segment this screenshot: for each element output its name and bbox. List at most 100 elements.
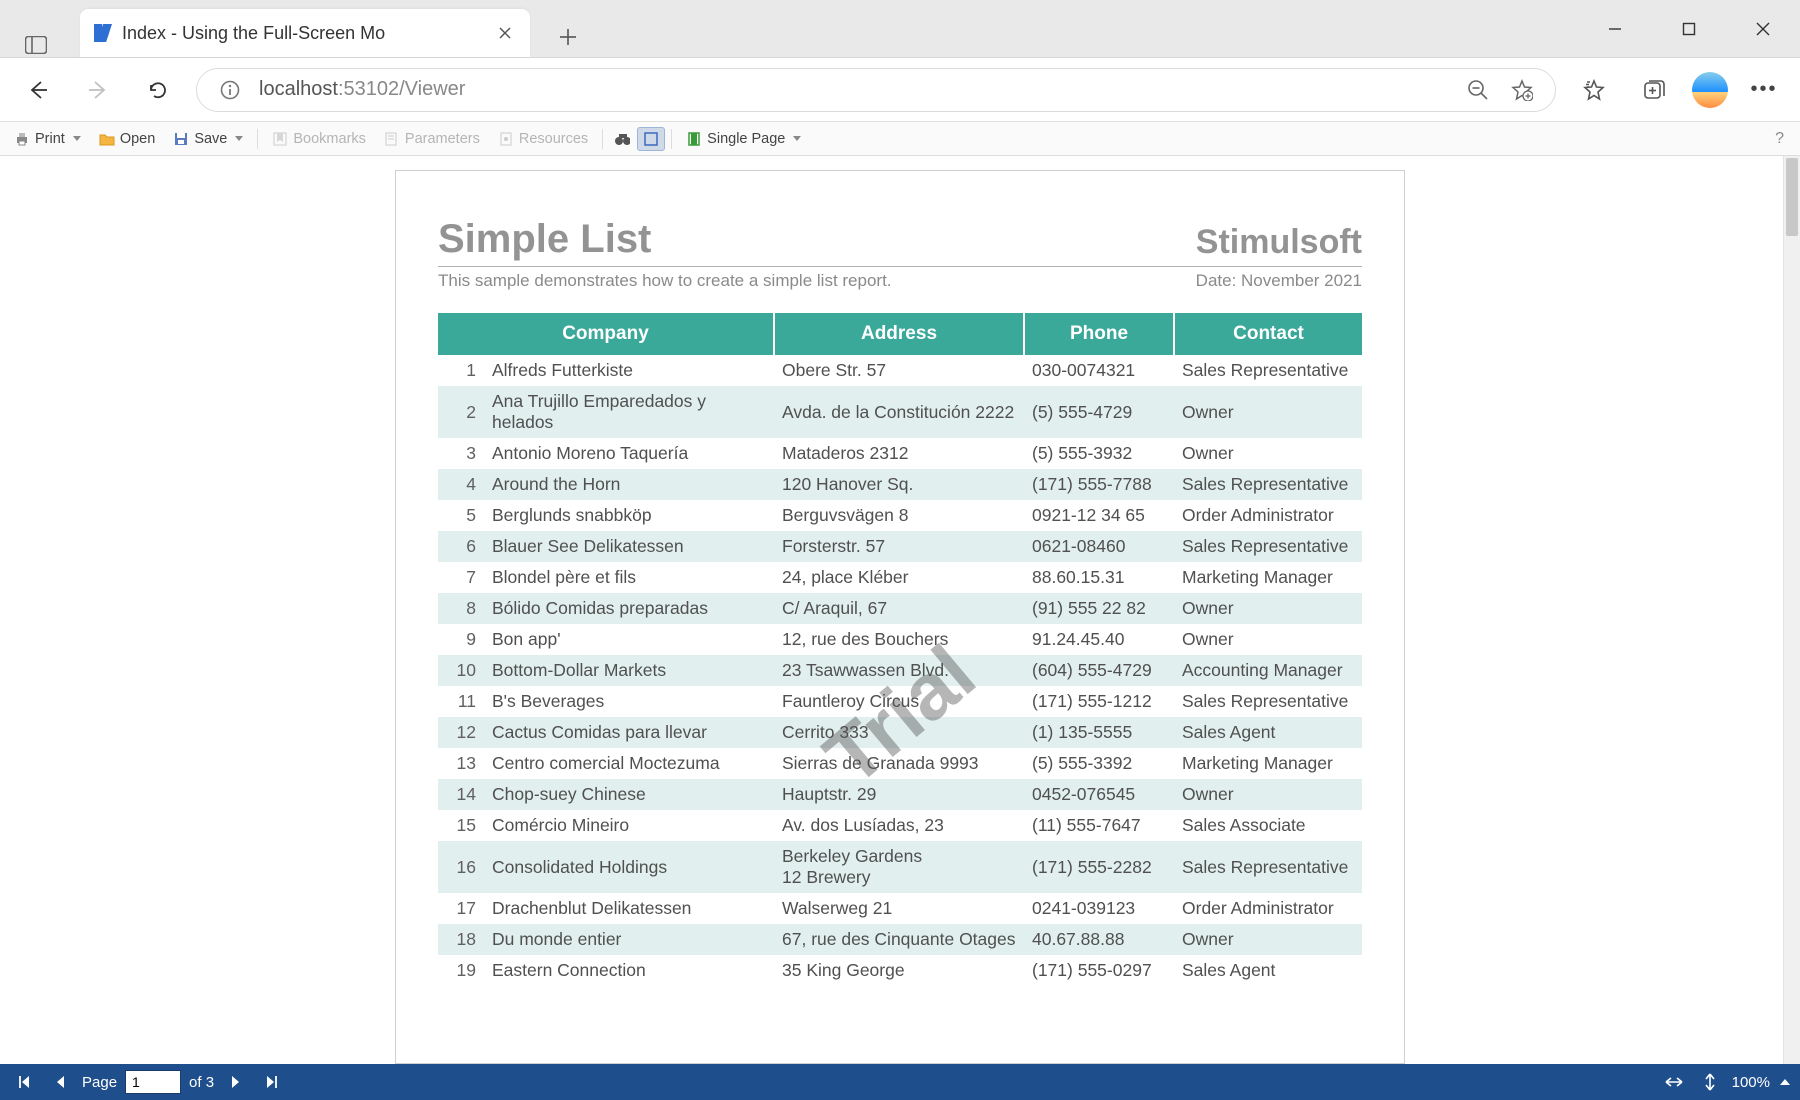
row-num: 1	[438, 355, 484, 386]
row-address: Mataderos 2312	[774, 438, 1024, 469]
col-header-phone: Phone	[1024, 313, 1174, 355]
find-button[interactable]	[609, 128, 635, 150]
row-address: 120 Hanover Sq.	[774, 469, 1024, 500]
collections-icon[interactable]	[1632, 68, 1676, 112]
row-address: 23 Tsawwassen Blvd.	[774, 655, 1024, 686]
row-company: Du monde entier	[484, 924, 774, 955]
row-phone: 0452-076545	[1024, 779, 1174, 810]
row-address: Hauptstr. 29	[774, 779, 1024, 810]
minimize-button[interactable]	[1578, 0, 1652, 57]
row-phone: (5) 555-3932	[1024, 438, 1174, 469]
zoom-control[interactable]: 100%	[1732, 1074, 1790, 1091]
page-input[interactable]	[125, 1070, 181, 1094]
table-row: 18Du monde entier67, rue des Cinquante O…	[438, 924, 1362, 955]
row-phone: (171) 555-2282	[1024, 841, 1174, 893]
row-contact: Sales Agent	[1174, 717, 1362, 748]
save-button[interactable]: Save	[165, 128, 251, 150]
bookmarks-button: Bookmarks	[264, 128, 374, 150]
row-contact: Sales Agent	[1174, 955, 1362, 986]
back-button[interactable]	[16, 68, 60, 112]
row-address: 35 King George	[774, 955, 1024, 986]
row-company: Comércio Mineiro	[484, 810, 774, 841]
row-num: 11	[438, 686, 484, 717]
table-row: 10Bottom-Dollar Markets23 Tsawwassen Blv…	[438, 655, 1362, 686]
parameters-icon	[384, 131, 400, 147]
row-company: Drachenblut Delikatessen	[484, 893, 774, 924]
page-mode-label: Single Page	[707, 131, 785, 147]
forward-button[interactable]	[76, 68, 120, 112]
profile-avatar[interactable]	[1692, 72, 1728, 108]
favorites-icon[interactable]	[1572, 68, 1616, 112]
printer-icon	[14, 131, 30, 147]
row-address: Avda. de la Constitución 2222	[774, 386, 1024, 438]
scroll-thumb[interactable]	[1786, 158, 1798, 236]
row-phone: (1) 135-5555	[1024, 717, 1174, 748]
browser-tab[interactable]: Index - Using the Full-Screen Mo	[80, 9, 530, 57]
row-address: Walserweg 21	[774, 893, 1024, 924]
fullscreen-icon	[643, 131, 659, 147]
prev-page-button[interactable]	[46, 1068, 74, 1096]
close-window-button[interactable]	[1726, 0, 1800, 57]
url-box[interactable]: localhost:53102/Viewer	[196, 68, 1556, 112]
separator	[257, 129, 258, 149]
page-mode-button[interactable]: Single Page	[678, 128, 809, 150]
table-row: 11B's BeveragesFauntleroy Circus(171) 55…	[438, 686, 1362, 717]
url-text: localhost:53102/Viewer	[259, 78, 1449, 101]
help-button[interactable]: ?	[1765, 127, 1794, 151]
caret-icon	[73, 136, 81, 141]
new-tab-button[interactable]	[548, 17, 588, 57]
more-menu-button[interactable]: •••	[1744, 70, 1784, 110]
row-contact: Sales Representative	[1174, 469, 1362, 500]
vertical-scrollbar[interactable]	[1783, 156, 1800, 1064]
row-phone: (604) 555-4729	[1024, 655, 1174, 686]
report-date: Date: November 2021	[1196, 271, 1362, 291]
table-row: 1Alfreds FutterkisteObere Str. 57030-007…	[438, 355, 1362, 386]
row-address: Forsterstr. 57	[774, 531, 1024, 562]
row-phone: 0241-039123	[1024, 893, 1174, 924]
open-button[interactable]: Open	[91, 128, 163, 150]
zoom-out-icon[interactable]	[1463, 75, 1493, 105]
row-num: 10	[438, 655, 484, 686]
url-host: localhost	[259, 78, 338, 100]
resources-button: Resources	[490, 128, 596, 150]
folder-open-icon	[99, 131, 115, 147]
tab-actions-icon[interactable]	[20, 33, 52, 57]
tab-close-icon[interactable]	[494, 22, 516, 44]
first-page-button[interactable]	[10, 1068, 38, 1096]
print-button[interactable]: Print	[6, 128, 89, 150]
status-bar: Page of 3 100%	[0, 1064, 1800, 1100]
row-contact: Owner	[1174, 624, 1362, 655]
row-company: Antonio Moreno Taquería	[484, 438, 774, 469]
site-info-icon[interactable]	[215, 75, 245, 105]
last-page-button[interactable]	[258, 1068, 286, 1096]
maximize-button[interactable]	[1652, 0, 1726, 57]
row-company: Bottom-Dollar Markets	[484, 655, 774, 686]
refresh-button[interactable]	[136, 68, 180, 112]
row-phone: 030-0074321	[1024, 355, 1174, 386]
row-phone: 40.67.88.88	[1024, 924, 1174, 955]
row-contact: Owner	[1174, 386, 1362, 438]
row-phone: 0621-08460	[1024, 531, 1174, 562]
fullscreen-button[interactable]	[637, 127, 665, 151]
address-bar: localhost:53102/Viewer •••	[0, 58, 1800, 122]
row-contact: Sales Representative	[1174, 686, 1362, 717]
row-company: Consolidated Holdings	[484, 841, 774, 893]
row-num: 18	[438, 924, 484, 955]
table-row: 9Bon app'12, rue des Bouchers91.24.45.40…	[438, 624, 1362, 655]
row-contact: Marketing Manager	[1174, 562, 1362, 593]
fit-width-button[interactable]	[1660, 1068, 1688, 1096]
row-company: Bon app'	[484, 624, 774, 655]
row-contact: Owner	[1174, 438, 1362, 469]
report-header: Simple List Stimulsoft	[438, 217, 1362, 262]
tab-title: Index - Using the Full-Screen Mo	[122, 23, 484, 44]
row-address: Fauntleroy Circus	[774, 686, 1024, 717]
viewer-body: Simple List Stimulsoft This sample demon…	[0, 156, 1800, 1064]
row-company: Blauer See Delikatessen	[484, 531, 774, 562]
next-page-button[interactable]	[222, 1068, 250, 1096]
row-contact: Marketing Manager	[1174, 748, 1362, 779]
table-row: 17Drachenblut DelikatessenWalserweg 2102…	[438, 893, 1362, 924]
fit-height-button[interactable]	[1696, 1068, 1724, 1096]
favorite-star-icon[interactable]	[1507, 75, 1537, 105]
row-address: Berguvsvägen 8	[774, 500, 1024, 531]
row-num: 9	[438, 624, 484, 655]
